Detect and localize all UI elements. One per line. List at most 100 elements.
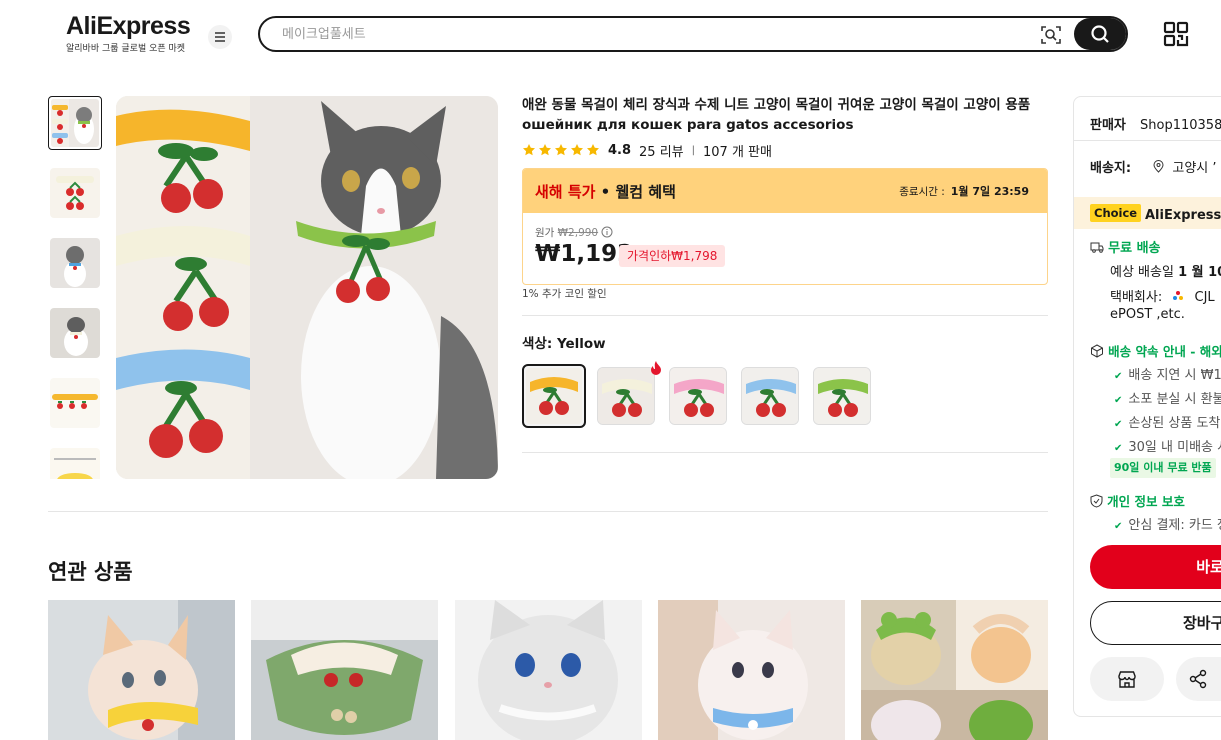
check-icon: ✔ <box>1114 371 1123 382</box>
star-icon <box>539 144 551 156</box>
sold-count: 107 개 판매 <box>703 144 772 160</box>
free-return-tag: 90일 이내 무료 반품 <box>1110 458 1216 478</box>
eta-label: 예상 배송일 <box>1110 265 1179 280</box>
thumbnail-1[interactable] <box>48 96 102 150</box>
thumbnail-5[interactable] <box>50 378 100 428</box>
deal-subtitle: • 웰컴 혜택 <box>595 183 676 201</box>
eta-date: 1 월 10 <box>1178 265 1221 280</box>
privacy-row[interactable]: 개인 정보 보호 <box>1090 491 1185 510</box>
divider <box>48 511 1048 512</box>
promise-item: ✔ 소포 분실 시 환불 <box>1114 388 1221 407</box>
promise-item: ✔ 30일 내 미배송 시 전 <box>1114 436 1221 455</box>
delivery-promise-label: 배송 약속 안내 - 해외 <box>1108 344 1221 359</box>
related-product-5[interactable] <box>861 600 1048 740</box>
carrier-label: 택배회사: <box>1110 290 1163 305</box>
choice-text: AliExpress의 <box>1145 208 1221 223</box>
choice-banner: Choice AliExpress의 <box>1074 197 1221 229</box>
add-to-cart-button[interactable]: 장바구 <box>1090 601 1221 645</box>
deal-countdown: 종료시간 : 1월 7일 23:59 <box>899 183 1029 199</box>
promise-item: ✔ 배송 지연 시 ₩1,300 <box>1114 364 1221 383</box>
thumbnail-6[interactable] <box>50 448 100 479</box>
check-icon: ✔ <box>1114 521 1123 532</box>
ship-to-row[interactable]: 배송지: 고양시 ’ <box>1090 157 1217 176</box>
check-icon: ✔ <box>1114 419 1123 430</box>
ship-to-value: 고양시 ’ <box>1172 161 1217 176</box>
logo-subtitle: 알리바바 그룹 글로벌 오픈 마켓 <box>66 44 186 54</box>
rating-value: 4.8 <box>608 142 632 158</box>
shield-icon <box>1090 494 1103 508</box>
qr-code-icon[interactable] <box>1163 21 1189 47</box>
deal-title: 새해 특가 • 웰컴 혜택 <box>535 181 676 202</box>
sku-option-yellow[interactable] <box>522 364 586 428</box>
promise-item: ✔ 손상된 상품 도착 시 <box>1114 412 1221 431</box>
divider: | <box>691 144 696 156</box>
deal-time-value: 1월 7일 23:59 <box>950 185 1029 198</box>
thumbnail-4[interactable] <box>50 308 100 358</box>
promise-item-text: 배송 지연 시 ₩1,300 <box>1128 368 1221 383</box>
free-shipping-label: 무료 배송 <box>1108 241 1161 256</box>
product-title: 애완 동물 목걸이 체리 장식과 수제 니트 고양이 목걸이 귀여운 고양이 목… <box>522 97 1031 133</box>
original-price-label: 원가 <box>535 227 555 239</box>
logo-text: AliExpress <box>66 12 191 40</box>
choice-badge: Choice <box>1090 204 1142 222</box>
star-icon <box>587 144 599 156</box>
seller-name[interactable]: Shop1103587 <box>1140 118 1221 133</box>
privacy-item: ✔ 안심 결제: 카드 정보 <box>1114 514 1221 533</box>
privacy-label: 개인 정보 보호 <box>1107 494 1185 509</box>
deal-header: 새해 특가 • 웰컴 혜택 종료시간 : 1월 7일 23:59 <box>523 169 1047 213</box>
deal-title-text: 새해 특가 <box>535 183 596 201</box>
search-button[interactable] <box>1074 18 1126 50</box>
color-label: 색상: Yellow <box>522 336 606 352</box>
seller-row: 판매자 Shop1103587 <box>1090 114 1221 133</box>
check-icon: ✔ <box>1114 443 1123 454</box>
search-input[interactable] <box>282 24 1022 44</box>
thumbnail-list <box>48 96 102 479</box>
share-button[interactable] <box>1176 657 1221 701</box>
check-icon: ✔ <box>1114 395 1123 406</box>
share-icon <box>1189 669 1207 689</box>
sku-option-white[interactable] <box>597 367 655 425</box>
image-search-icon[interactable] <box>1040 24 1062 46</box>
reviews-link[interactable]: 25 리뷰 <box>639 141 684 160</box>
main-product-image[interactable] <box>116 96 498 479</box>
discount-badge: 가격인하₩1,798 <box>619 245 726 267</box>
delivery-promise-row[interactable]: 배송 약속 안내 - 해외 <box>1090 341 1221 360</box>
related-product-2[interactable] <box>251 600 438 740</box>
related-product-1[interactable] <box>48 600 235 740</box>
divider <box>522 315 1048 316</box>
star-icon <box>571 144 583 156</box>
related-product-4[interactable] <box>658 600 845 740</box>
carrier-name: CJL <box>1194 290 1215 305</box>
deal-box: 새해 특가 • 웰컴 혜택 종료시간 : 1월 7일 23:59 원가 ₩2,99… <box>522 168 1048 285</box>
info-icon[interactable] <box>601 226 613 238</box>
truck-icon <box>1090 242 1104 253</box>
hot-flame-icon <box>650 360 662 375</box>
sku-option-pink[interactable] <box>669 367 727 425</box>
sku-option-blue[interactable] <box>741 367 799 425</box>
header: AliExpress 알리바바 그룹 글로벌 오픈 마켓 <box>0 0 1221 70</box>
thumbnail-3[interactable] <box>50 238 100 288</box>
promise-item-text: 30일 내 미배송 시 전 <box>1128 440 1221 455</box>
related-products-title: 연관 상품 <box>48 560 133 584</box>
box-icon <box>1091 344 1103 358</box>
carrier-more: ePOST ,etc. <box>1110 307 1185 322</box>
rating-row: 4.8 25 리뷰 | 107 개 판매 <box>522 141 772 160</box>
purchase-panel: 판매자 Shop1103587 배송지: 고양시 ’ Choice AliExp… <box>1073 96 1221 717</box>
related-product-3[interactable] <box>455 600 642 740</box>
star-rating[interactable] <box>522 143 600 157</box>
store-button[interactable] <box>1090 657 1164 701</box>
sku-option-green[interactable] <box>813 367 871 425</box>
store-icon <box>1118 671 1136 688</box>
coin-discount: 1% 추가 코인 할인 <box>522 288 607 300</box>
divider <box>522 452 1048 453</box>
eta-row: 예상 배송일 1 월 10 <box>1110 261 1221 280</box>
menu-icon[interactable] <box>208 25 232 49</box>
search-bar <box>258 16 1128 52</box>
divider <box>1074 140 1221 141</box>
aliexpress-logo[interactable]: AliExpress 알리바바 그룹 글로벌 오픈 마켓 <box>66 12 191 54</box>
thumbnail-2[interactable] <box>50 168 100 218</box>
search-icon <box>1091 25 1109 43</box>
location-pin-icon <box>1153 160 1164 173</box>
original-price: 원가 ₩2,990 <box>535 225 613 240</box>
buy-now-button[interactable]: 바로 <box>1090 545 1221 589</box>
